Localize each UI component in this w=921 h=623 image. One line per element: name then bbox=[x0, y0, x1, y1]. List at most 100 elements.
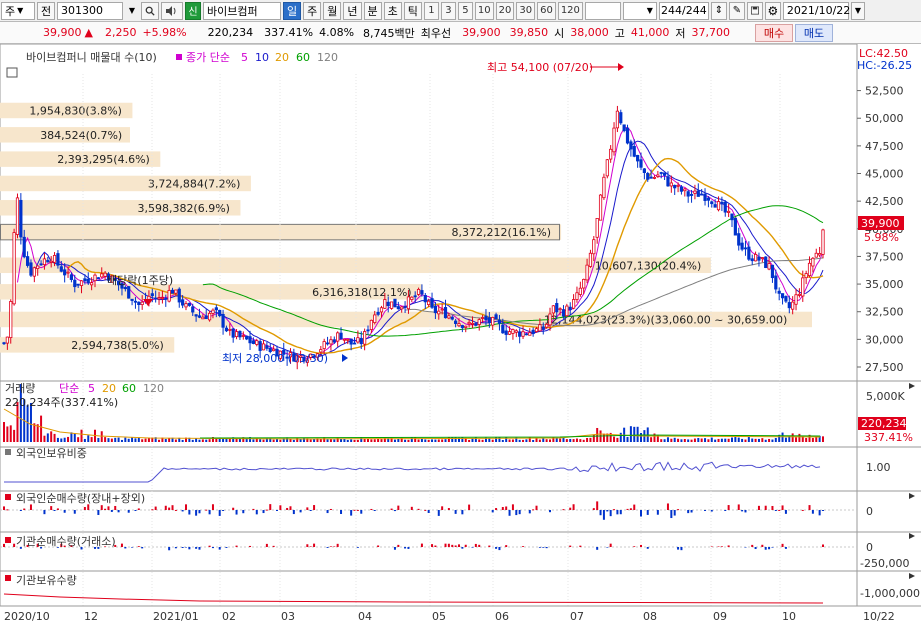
period-week[interactable]: 주 bbox=[303, 1, 322, 20]
foreign-net-bar bbox=[468, 504, 471, 510]
volume-bar bbox=[100, 431, 103, 442]
volume-bar bbox=[262, 439, 265, 442]
candle-body bbox=[609, 148, 613, 160]
stock-code-input[interactable]: 301300 bbox=[57, 1, 123, 20]
volume-bar bbox=[471, 438, 474, 442]
custom-period-input[interactable] bbox=[584, 1, 621, 20]
market-button[interactable]: 전 bbox=[37, 1, 55, 20]
volume-bar bbox=[60, 438, 63, 442]
volume-bar bbox=[67, 436, 70, 442]
chevron-down-icon[interactable]: ▼ bbox=[850, 1, 865, 20]
save-icon[interactable] bbox=[746, 1, 763, 20]
candle-body bbox=[241, 335, 245, 337]
period-day[interactable]: 일 bbox=[283, 1, 302, 20]
sell-button[interactable]: 매도 bbox=[795, 24, 833, 42]
foreign-net-bar bbox=[393, 510, 396, 512]
volume-bar bbox=[120, 439, 123, 442]
period-minute[interactable]: 분 bbox=[363, 1, 382, 20]
volume-bar bbox=[346, 439, 349, 442]
foreign-net-bar bbox=[737, 504, 740, 510]
period-unit-select[interactable]: ▼ bbox=[622, 1, 657, 20]
candle-body bbox=[548, 313, 552, 326]
foreign-net-bar bbox=[441, 506, 444, 510]
inst-net-bar bbox=[646, 547, 649, 549]
high-annotation: 최고 54,100 (07/20) bbox=[487, 61, 593, 74]
volume-bar bbox=[181, 439, 184, 442]
volume-bar bbox=[83, 438, 86, 442]
stock-chart[interactable]: 1,954,830(3.8%) 384,524(0.7%) 2,393,295(4.… bbox=[0, 44, 921, 623]
search-icon[interactable] bbox=[141, 1, 159, 20]
volume-bar bbox=[353, 439, 356, 442]
inst-net-bar bbox=[3, 543, 5, 547]
inst-net-bar bbox=[211, 547, 214, 549]
volume-bar bbox=[744, 439, 747, 442]
inst-net-bar bbox=[781, 543, 784, 547]
foreign-holding-title: 외국인보유비중 bbox=[16, 447, 87, 460]
period-tick[interactable]: 틱 bbox=[403, 1, 422, 20]
volume-panel-title: 거래량 bbox=[5, 382, 35, 395]
volume-bar bbox=[774, 437, 777, 442]
candle-body bbox=[42, 258, 47, 266]
minute-10[interactable]: 10 bbox=[474, 1, 494, 20]
foreign-net-ytick: 0 bbox=[866, 505, 873, 518]
candle-body bbox=[157, 297, 161, 300]
foreign-net-bar bbox=[360, 510, 363, 514]
volume-bar bbox=[602, 433, 605, 442]
period-second[interactable]: 초 bbox=[383, 1, 402, 20]
candle-body bbox=[797, 293, 802, 296]
minute-120[interactable]: 120 bbox=[557, 1, 583, 20]
candle-body bbox=[494, 314, 498, 320]
candle-body bbox=[561, 309, 566, 317]
candle-body bbox=[248, 336, 252, 344]
volume-bar bbox=[481, 439, 484, 442]
volume-bar bbox=[252, 439, 255, 442]
ma-title: 종가 단순 bbox=[186, 51, 230, 64]
volume-bar bbox=[404, 439, 407, 442]
candle-body bbox=[703, 193, 707, 201]
minute-5[interactable]: 5 bbox=[457, 1, 473, 20]
inst-net-bar bbox=[420, 543, 423, 547]
volume-bar bbox=[107, 438, 110, 442]
foreign-net-bar bbox=[511, 504, 514, 510]
inst-net-bar bbox=[120, 543, 123, 547]
chevron-down-icon[interactable]: ▼ bbox=[125, 2, 139, 20]
candle-body bbox=[568, 306, 572, 310]
volume-profile-label: 6,316,318(12.1%) bbox=[312, 286, 412, 299]
candle-body bbox=[359, 337, 363, 345]
price-change-pct: +5.98% bbox=[142, 26, 187, 39]
inst-net-bar bbox=[458, 544, 460, 547]
buy-button[interactable]: 매수 bbox=[755, 24, 793, 42]
gear-icon[interactable]: ⚙ bbox=[764, 1, 781, 20]
candle-body bbox=[39, 263, 43, 266]
minute-20[interactable]: 20 bbox=[495, 1, 515, 20]
foreign-net-bar bbox=[353, 509, 356, 511]
foreign-net-bar bbox=[208, 510, 211, 515]
candle-body bbox=[49, 260, 53, 263]
draw-tool-icon[interactable]: ✎ bbox=[728, 1, 745, 20]
candle-body bbox=[625, 127, 630, 144]
foreign-net-bar bbox=[811, 510, 814, 514]
period-year[interactable]: 년 bbox=[343, 1, 362, 20]
minute-1[interactable]: 1 bbox=[423, 1, 439, 20]
minute-3[interactable]: 3 bbox=[440, 1, 456, 20]
date-input[interactable]: 2021/10/22 bbox=[782, 1, 850, 20]
speaker-icon[interactable] bbox=[161, 1, 183, 20]
foreign-net-bar bbox=[313, 505, 316, 510]
minute-30[interactable]: 30 bbox=[516, 1, 536, 20]
count-input[interactable]: 244/244 bbox=[658, 1, 709, 20]
period-month[interactable]: 월 bbox=[323, 1, 342, 20]
inst-net-bar bbox=[174, 547, 177, 549]
inst-net-bar bbox=[744, 547, 747, 548]
inst-net-bar bbox=[393, 547, 396, 550]
chart-type-select[interactable]: 주 ▼ bbox=[1, 1, 35, 20]
inst-net-bar bbox=[329, 546, 332, 547]
volume-bar bbox=[677, 438, 680, 442]
foreign-net-bar bbox=[110, 510, 113, 512]
volume-bar bbox=[542, 438, 545, 442]
zoom-in-icon[interactable]: ⇕ bbox=[710, 1, 727, 20]
panel-icon bbox=[5, 494, 11, 500]
inst-net-bar bbox=[751, 544, 754, 547]
volume-bar bbox=[636, 426, 639, 442]
minute-60[interactable]: 60 bbox=[537, 1, 556, 20]
candle-body bbox=[450, 316, 454, 320]
